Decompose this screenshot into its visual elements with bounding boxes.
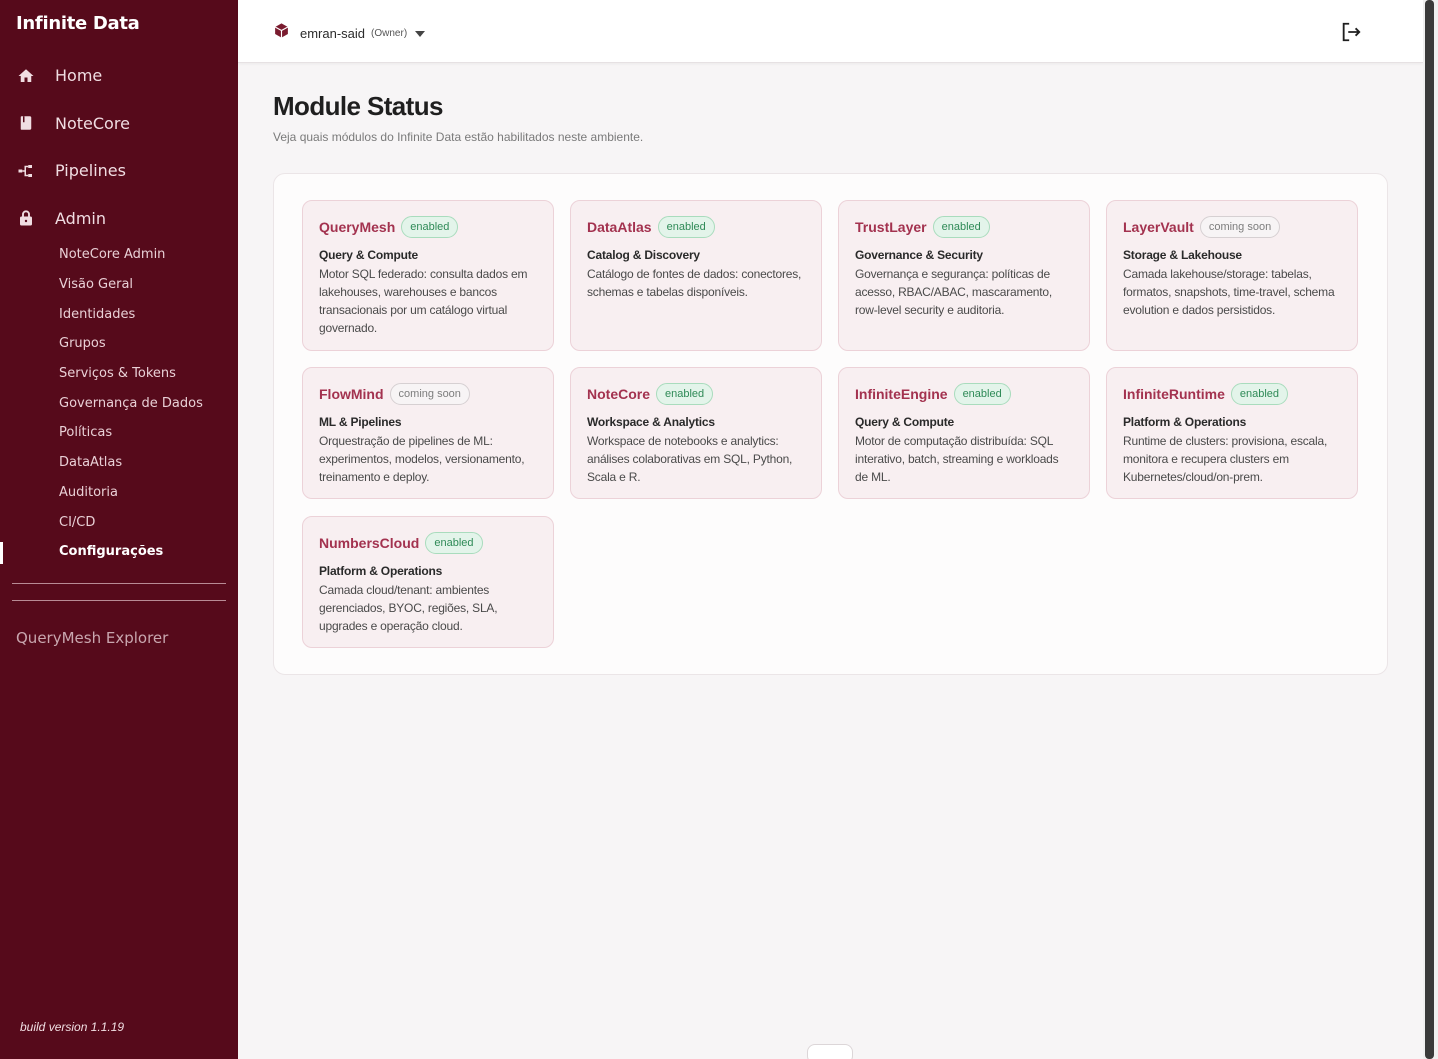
subnav-item-governanca[interactable]: Governança de Dados xyxy=(0,388,238,418)
top-header: emran-said (Owner) xyxy=(238,0,1423,63)
status-badge: coming soon xyxy=(389,383,470,405)
subnav-item-dataatlas[interactable]: DataAtlas xyxy=(0,448,238,478)
subnav-item-identidades[interactable]: Identidades xyxy=(0,299,238,329)
module-category: ML & Pipelines xyxy=(319,415,402,429)
subnav-item-visao-geral[interactable]: Visão Geral xyxy=(0,270,238,300)
module-category: Query & Compute xyxy=(855,415,955,429)
module-description: Orquestração de pipelines de ML: experim… xyxy=(319,434,525,484)
page-subtitle: Veja quais módulos do Infinite Data estã… xyxy=(273,130,644,144)
lock-icon xyxy=(17,209,35,227)
admin-subnav: NoteCore Admin Visão Geral Identidades G… xyxy=(0,240,238,567)
page-title: Module Status xyxy=(273,91,443,121)
module-card-flowmind: FlowMind coming soon ML & Pipelines Orque… xyxy=(302,367,554,499)
subnav-item-grupos[interactable]: Grupos xyxy=(0,329,238,359)
module-name: DataAtlas xyxy=(587,219,652,235)
nav-item-notecore[interactable]: NoteCore xyxy=(0,100,238,148)
page-scrollbar[interactable] xyxy=(1423,0,1438,1059)
scrollbar-thumb[interactable] xyxy=(1425,0,1434,1059)
nav-item-admin[interactable]: Admin xyxy=(0,195,238,243)
module-description: Camada cloud/tenant: ambientes gerenciad… xyxy=(319,583,498,633)
account-switcher[interactable]: emran-said (Owner) xyxy=(273,22,426,44)
module-name: TrustLayer xyxy=(855,219,927,235)
subnav-item-auditoria[interactable]: Auditoria xyxy=(0,478,238,508)
module-description: Motor de computação distribuída: SQL int… xyxy=(855,434,1059,484)
querymesh-explorer-link[interactable]: QueryMesh Explorer xyxy=(16,629,168,647)
status-badge: coming soon xyxy=(1199,216,1281,238)
subnav-item-servicos-tokens[interactable]: Serviços & Tokens xyxy=(0,359,238,389)
module-card-trustlayer: TrustLayer enabled Governance & Security … xyxy=(838,200,1090,351)
module-card-querymesh: QueryMesh enabled Query & Compute Motor S… xyxy=(302,200,554,351)
module-category: Platform & Operations xyxy=(1123,415,1247,429)
module-name: QueryMesh xyxy=(319,219,396,235)
module-category: Catalog & Discovery xyxy=(587,248,700,262)
pipeline-icon xyxy=(17,162,35,180)
nav-item-pipelines[interactable]: Pipelines xyxy=(0,147,238,195)
module-name: InfiniteEngine xyxy=(855,386,948,402)
build-version: build version 1.1.19 xyxy=(20,1020,125,1034)
home-icon xyxy=(17,67,35,85)
subnav-item-configuracoes[interactable]: Configurações xyxy=(0,537,238,567)
sidebar-divider xyxy=(12,583,226,584)
module-card-numberscloud: NumbersCloud enabled Platform & Operation… xyxy=(302,516,554,648)
module-description: Governança e segurança: políticas de ace… xyxy=(855,267,1053,317)
nav-item-home[interactable]: Home xyxy=(0,52,238,100)
account-user: emran-said xyxy=(300,25,366,41)
bottom-handle[interactable] xyxy=(807,1044,853,1059)
module-category: Storage & Lakehouse xyxy=(1123,248,1242,262)
status-badge: enabled xyxy=(932,216,990,238)
module-description: Camada lakehouse/storage: tabelas, forma… xyxy=(1123,267,1335,317)
module-name: InfiniteRuntime xyxy=(1123,386,1225,402)
subnav-item-cicd[interactable]: CI/CD xyxy=(0,507,238,537)
caret-down-icon xyxy=(415,24,426,42)
notebook-icon xyxy=(17,114,35,132)
module-description: Motor SQL federado: consulta dados em la… xyxy=(319,267,528,335)
module-name: FlowMind xyxy=(319,386,384,402)
module-description: Workspace de notebooks e analytics: anál… xyxy=(587,434,793,484)
cube-icon xyxy=(273,22,290,44)
status-badge: enabled xyxy=(401,216,459,238)
module-description: Catálogo de fontes de dados: conectores,… xyxy=(587,267,802,299)
nav-item-label: Admin xyxy=(55,208,106,228)
module-description: Runtime de clusters: provisiona, escala,… xyxy=(1123,434,1328,484)
subnav-item-politicas[interactable]: Políticas xyxy=(0,418,238,448)
main-nav: Home NoteCore Pipelines Admin xyxy=(0,52,238,242)
module-name: NumbersCloud xyxy=(319,535,420,551)
status-badge: enabled xyxy=(1230,383,1289,405)
subnav-item-notecore-admin[interactable]: NoteCore Admin xyxy=(0,240,238,270)
nav-item-label: Pipelines xyxy=(55,161,126,181)
module-card-infiniteengine: InfiniteEngine enabled Query & Compute Mo… xyxy=(838,367,1090,499)
account-role: (Owner) xyxy=(371,27,408,39)
nav-item-label: NoteCore xyxy=(55,113,130,133)
module-category: Query & Compute xyxy=(319,248,419,262)
status-badge: enabled xyxy=(656,383,714,405)
sidebar: Infinite Data Home NoteCore Pipelines Ad… xyxy=(0,0,238,1059)
sidebar-divider xyxy=(12,600,226,601)
status-badge: enabled xyxy=(953,383,1011,405)
nav-item-label: Home xyxy=(55,66,103,86)
module-name: LayerVault xyxy=(1123,219,1194,235)
module-category: Governance & Security xyxy=(855,248,983,262)
status-badge: enabled xyxy=(657,216,715,238)
brand-logo: Infinite Data xyxy=(16,13,140,34)
module-card-layervault: LayerVault coming soon Storage & Lakehous… xyxy=(1106,200,1358,351)
logout-icon[interactable] xyxy=(1340,21,1362,43)
module-category: Workspace & Analytics xyxy=(587,415,715,429)
module-name: NoteCore xyxy=(587,386,651,402)
module-category: Platform & Operations xyxy=(319,564,443,578)
module-card-notecore: NoteCore enabled Workspace & Analytics Wo… xyxy=(570,367,822,499)
status-badge: enabled xyxy=(425,532,483,554)
module-card-infiniteruntime: InfiniteRuntime enabled Platform & Operat… xyxy=(1106,367,1358,499)
module-panel: QueryMesh enabled Query & Compute Motor S… xyxy=(273,173,1388,675)
module-card-dataatlas: DataAtlas enabled Catalog & Discovery Cat… xyxy=(570,200,822,351)
